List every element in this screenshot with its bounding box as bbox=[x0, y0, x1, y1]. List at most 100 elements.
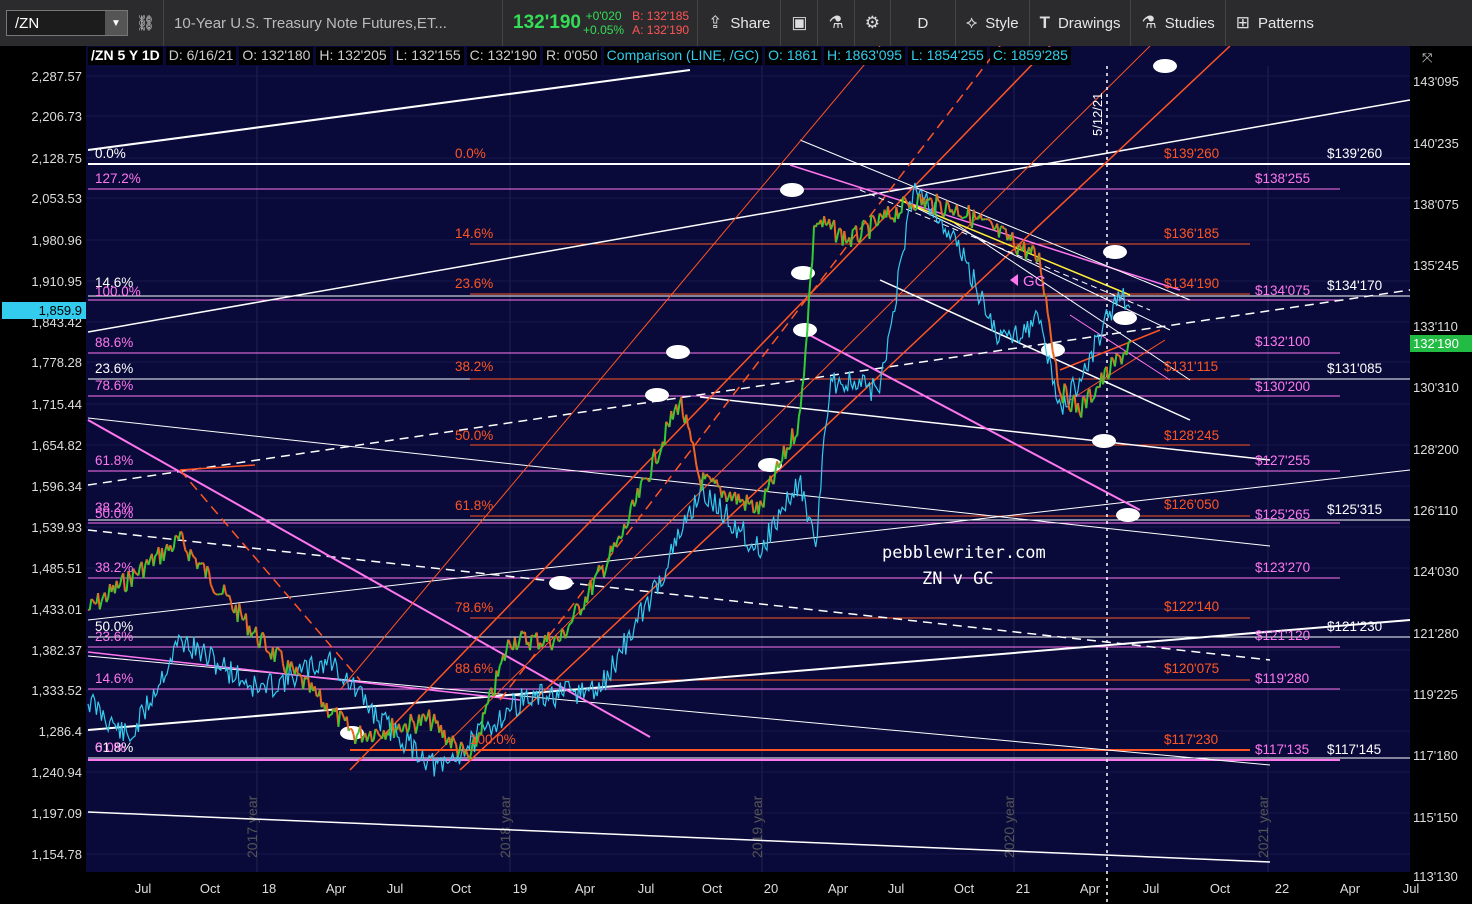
change-block: +0'020 +0.05% bbox=[579, 0, 628, 46]
flask-button[interactable]: ⚗ bbox=[818, 0, 855, 46]
price-level-label: $127'255 bbox=[1255, 453, 1310, 468]
fib-left-label: 14.6% bbox=[95, 671, 133, 686]
zn-price-bar bbox=[752, 511, 756, 514]
fib-mid-label: 23.6% bbox=[455, 276, 493, 291]
price-level-label: $136'185 bbox=[1164, 226, 1219, 241]
left-axis-tick: 1,539.93 bbox=[31, 520, 82, 535]
comparison-close: C: 1859'285 bbox=[989, 47, 1071, 65]
zn-price-bar bbox=[748, 502, 751, 506]
screenshot-button[interactable]: ▣ bbox=[781, 0, 819, 46]
white-level-label: $125'315 bbox=[1327, 502, 1382, 517]
zn-price-bar bbox=[961, 216, 965, 220]
zn-price-bar bbox=[213, 592, 217, 595]
share-button[interactable]: ⇪ Share bbox=[698, 0, 782, 46]
zn-price-bar bbox=[964, 215, 968, 219]
price-level-label: $120'075 bbox=[1164, 661, 1219, 676]
last-price: 132'190 bbox=[513, 12, 581, 33]
zn-price-bar bbox=[154, 553, 158, 557]
comparison-open: O: 1861 bbox=[765, 47, 821, 65]
chevron-down-icon[interactable]: ▼ bbox=[105, 11, 127, 35]
symbol-selector[interactable]: /ZN ▼ bbox=[6, 10, 128, 36]
right-axis-tick: 140'235 bbox=[1413, 136, 1459, 151]
price-level-label: $134'075 bbox=[1255, 283, 1310, 298]
price-level-label: $123'270 bbox=[1255, 560, 1310, 575]
gear-icon: ⚙ bbox=[864, 13, 880, 32]
zn-price-bar bbox=[878, 212, 883, 216]
style-button[interactable]: ⟡ Style bbox=[956, 0, 1030, 46]
zn-price-bar bbox=[795, 434, 798, 438]
chart-symbol[interactable]: /ZN 5 Y 1D bbox=[88, 47, 163, 65]
zn-price-bar bbox=[175, 534, 178, 538]
comparison-gc-label: GC bbox=[1023, 273, 1046, 290]
link-icon[interactable]: ⛓ bbox=[128, 0, 165, 46]
pivot-marker bbox=[1153, 59, 1177, 73]
zn-price-bar bbox=[690, 440, 694, 444]
price-chart[interactable]: 2017 year 2018 year 2019 year 2020 year 2021… bbox=[0, 46, 1472, 904]
zn-price-bar bbox=[193, 556, 197, 559]
time-axis-tick: 20 bbox=[764, 881, 778, 896]
right-current-value: 132'190 bbox=[1413, 336, 1459, 351]
settings-button[interactable]: ⚙ bbox=[855, 0, 891, 46]
vertical-line-label: 5/12/21 bbox=[1090, 93, 1105, 136]
fib-left-label: 78.6% bbox=[95, 378, 133, 393]
studies-button[interactable]: ⚗ Studies bbox=[1131, 0, 1226, 46]
time-axis-tick: Oct bbox=[702, 881, 723, 896]
zn-price-bar bbox=[134, 571, 138, 575]
fib-mid-label: 38.2% bbox=[455, 359, 493, 374]
fib-mid-label: 88.6% bbox=[455, 661, 493, 676]
zn-price-bar bbox=[779, 460, 783, 464]
fib-mid-label: 100.0% bbox=[470, 732, 516, 747]
right-axis-tick: 124'030 bbox=[1413, 564, 1459, 579]
aggregation-button[interactable]: D bbox=[891, 0, 956, 46]
comparison-label[interactable]: Comparison (LINE, /GC) bbox=[603, 47, 763, 65]
zn-price-bar bbox=[339, 710, 343, 714]
left-axis-tick: 1,382.37 bbox=[31, 643, 82, 658]
price-level-label: $131'115 bbox=[1164, 359, 1218, 374]
symbol-text: /ZN bbox=[15, 14, 40, 32]
time-axis-tick: Apr bbox=[828, 881, 849, 896]
left-axis-tick: 1,910.95 bbox=[31, 274, 82, 289]
pivot-marker bbox=[1113, 311, 1137, 325]
bar-range: R: 0'050 bbox=[542, 47, 601, 65]
right-axis bbox=[1410, 46, 1472, 904]
chart-header: /ZN 5 Y 1D D: 6/16/21 O: 132'180 H: 132'… bbox=[88, 47, 1074, 65]
pivot-marker bbox=[645, 388, 669, 402]
year-label: 2019 year bbox=[749, 795, 765, 858]
zn-price-bar bbox=[179, 530, 183, 534]
price-level-label: $139'260 bbox=[1164, 146, 1219, 161]
time-axis-tick: Oct bbox=[200, 881, 221, 896]
fib-mid-label: 50.0% bbox=[455, 428, 493, 443]
zn-price-bar bbox=[655, 461, 659, 465]
zn-price-bar bbox=[1115, 352, 1120, 357]
time-axis-tick: Oct bbox=[1210, 881, 1231, 896]
time-axis-tick: Jul bbox=[1143, 881, 1160, 896]
drawings-button[interactable]: T Drawings bbox=[1030, 0, 1132, 46]
white-level-label: $121'230 bbox=[1327, 619, 1382, 634]
patterns-button[interactable]: ⊞ Patterns bbox=[1226, 0, 1324, 46]
comparison-low: L: 1854'255 bbox=[908, 47, 987, 65]
bar-date: D: 6/16/21 bbox=[165, 47, 237, 65]
price-level-label: $134'190 bbox=[1164, 276, 1219, 291]
share-icon: ⇪ bbox=[708, 13, 723, 32]
zn-price-bar bbox=[485, 702, 489, 706]
zn-price-bar bbox=[838, 227, 842, 231]
zn-price-bar bbox=[665, 421, 669, 425]
time-axis-tick: 21 bbox=[1016, 881, 1030, 896]
fib-left-label: 127.2% bbox=[95, 171, 141, 186]
year-label: 2021 year bbox=[1255, 795, 1271, 858]
price-level-label: $121'120 bbox=[1255, 628, 1310, 643]
zn-price-bar bbox=[645, 477, 649, 481]
fib-left-label: 23.6% bbox=[95, 361, 133, 376]
bid-price: B: 132'185 bbox=[632, 9, 690, 23]
fib-mid-label: 61.8% bbox=[455, 498, 493, 513]
time-axis-tick: Jul bbox=[135, 881, 152, 896]
zn-price-bar bbox=[371, 739, 375, 743]
scale-toggle-icon[interactable]: ⤧ bbox=[1422, 51, 1433, 66]
price-level-label: $117'230 bbox=[1164, 732, 1218, 747]
right-axis-tick: 117'180 bbox=[1413, 748, 1458, 763]
style-icon: ⟡ bbox=[965, 13, 978, 32]
time-axis-tick: Apr bbox=[1340, 881, 1361, 896]
zn-price-bar bbox=[124, 589, 127, 593]
fib-left-label: 50.0% bbox=[95, 506, 133, 521]
zn-price-bar bbox=[741, 498, 745, 502]
